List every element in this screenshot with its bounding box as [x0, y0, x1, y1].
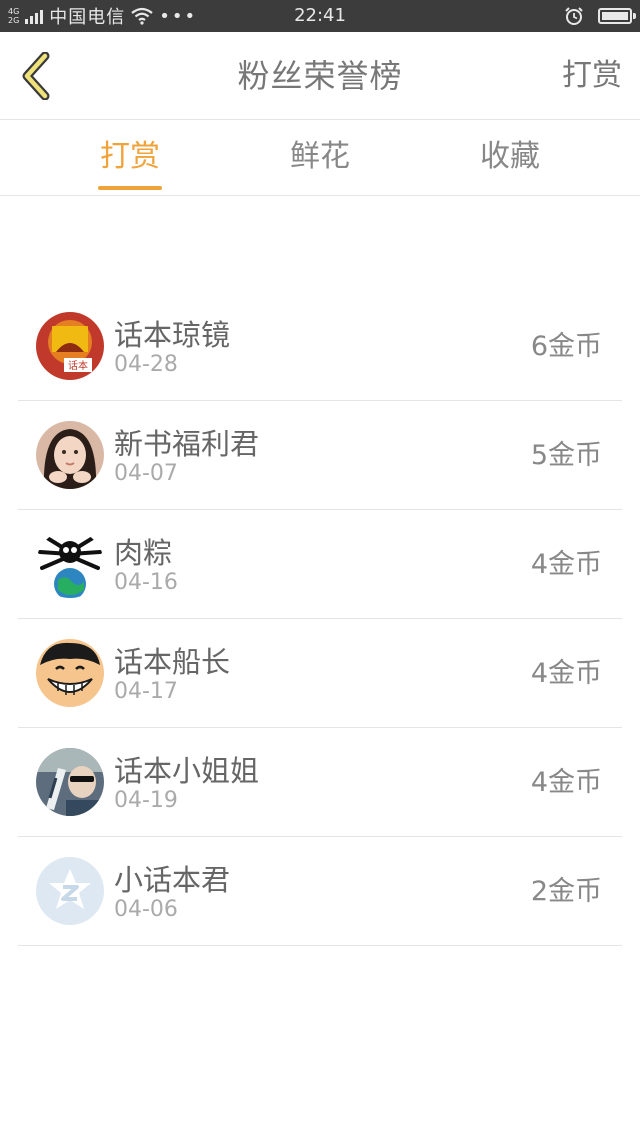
- active-tab-indicator: [98, 186, 162, 190]
- tab-reward-label: 打赏: [100, 139, 160, 174]
- fan-name: 肉粽: [114, 536, 173, 570]
- tab-reward[interactable]: 打赏: [60, 120, 200, 196]
- list-item[interactable]: 话本小姐姐 04-19 4金币: [18, 728, 622, 837]
- fan-name: 新书福利君: [114, 427, 260, 461]
- list-item[interactable]: 肉粽 04-16 4金币: [18, 510, 622, 619]
- fan-amount: 4金币: [530, 767, 602, 798]
- list-item[interactable]: 话本 话本琼镜 04-28 6金币: [18, 292, 622, 401]
- girl-photo-avatar: [36, 421, 104, 489]
- cartoon-face-avatar: [36, 639, 104, 707]
- fan-date: 04-19: [114, 788, 178, 813]
- fan-date: 04-06: [114, 897, 178, 922]
- fan-amount: 5金币: [530, 440, 602, 471]
- list-item[interactable]: 小话本君 04-06 2金币: [18, 837, 622, 946]
- page-title: 粉丝荣誉榜: [237, 57, 403, 95]
- fan-date: 04-17: [114, 679, 178, 704]
- fan-date: 04-28: [114, 352, 178, 377]
- orange-logo-avatar: 话本: [36, 312, 104, 380]
- tab-flowers[interactable]: 鲜花: [250, 120, 390, 196]
- battery-icon: [598, 8, 636, 24]
- fan-ranking-list: 话本 话本琼镜 04-28 6金币 新书福利君 04-07 5金币 肉粽 04-…: [18, 292, 622, 946]
- fan-date: 04-16: [114, 570, 178, 595]
- status-bar: 4G 2G 中国电信 ••• 22:41: [0, 0, 640, 32]
- fan-name: 话本琼镜: [114, 318, 231, 352]
- tab-favorites[interactable]: 收藏: [440, 120, 580, 196]
- fan-name: 话本小姐姐: [114, 754, 260, 788]
- reward-action-button[interactable]: 打赏: [562, 32, 622, 120]
- status-time: 22:41: [294, 5, 346, 26]
- fan-date: 04-07: [114, 461, 178, 486]
- fan-amount: 2金币: [530, 876, 602, 907]
- svg-text:话本: 话本: [68, 359, 88, 372]
- top-navigation-bar: 粉丝荣誉榜 打赏: [0, 32, 640, 120]
- default-z-avatar: [36, 857, 104, 925]
- list-item[interactable]: 新书福利君 04-07 5金币: [18, 401, 622, 510]
- car-selfie-avatar: [36, 748, 104, 816]
- status-right: [564, 0, 636, 32]
- fan-amount: 4金币: [530, 549, 602, 580]
- tab-flowers-label: 鲜花: [290, 139, 350, 174]
- list-item[interactable]: 话本船长 04-17 4金币: [18, 619, 622, 728]
- spider-earth-avatar: [36, 530, 104, 598]
- alarm-icon: [565, 7, 583, 25]
- tab-bar: 打赏 鲜花 收藏: [0, 120, 640, 196]
- fan-name: 小话本君: [114, 863, 231, 897]
- tab-favorites-label: 收藏: [480, 139, 540, 174]
- fan-amount: 6金币: [530, 331, 602, 362]
- fan-name: 话本船长: [114, 645, 231, 679]
- fan-amount: 4金币: [530, 658, 602, 689]
